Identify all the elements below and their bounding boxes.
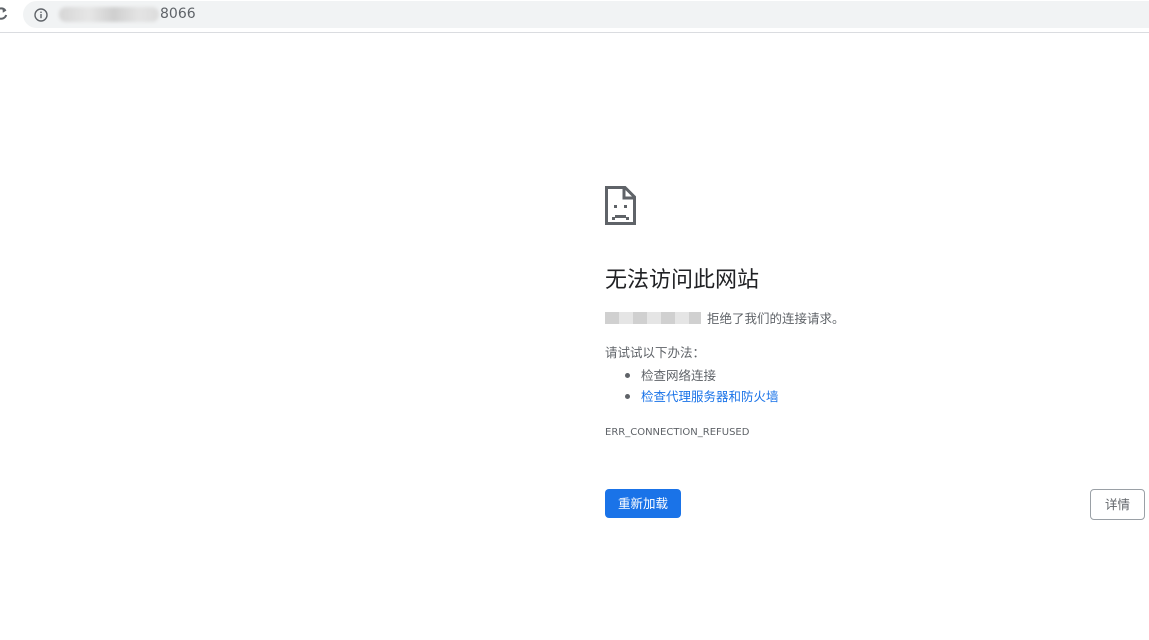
reload-icon[interactable] bbox=[0, 4, 8, 24]
suggestion-item: 检查代理服务器和防火墙 bbox=[605, 386, 779, 407]
refused-message: 拒绝了我们的连接请求。 bbox=[605, 310, 845, 328]
refused-text: 拒绝了我们的连接请求。 bbox=[707, 311, 845, 326]
sad-file-icon bbox=[605, 186, 636, 225]
address-bar[interactable]: 8066 bbox=[23, 1, 1149, 28]
suggestions-list: 检查网络连接 检查代理服务器和防火墙 bbox=[605, 365, 779, 407]
error-code: ERR_CONNECTION_REFUSED bbox=[605, 427, 750, 438]
info-icon[interactable] bbox=[34, 7, 48, 22]
suggestion-item: 检查网络连接 bbox=[605, 365, 779, 386]
suggestion-check-network: 检查网络连接 bbox=[641, 368, 717, 383]
browser-toolbar: 8066 bbox=[0, 0, 1149, 33]
suggestions-intro: 请试试以下办法： bbox=[605, 345, 706, 360]
suggestion-check-proxy-firewall-link[interactable]: 检查代理服务器和防火墙 bbox=[641, 389, 779, 404]
url-text[interactable]: 8066 bbox=[160, 6, 196, 23]
details-button[interactable]: 详情 bbox=[1090, 489, 1145, 520]
page-title: 无法访问此网站 bbox=[605, 268, 760, 293]
url-redacted-host bbox=[59, 7, 159, 22]
reload-button[interactable]: 重新加载 bbox=[605, 489, 681, 518]
host-redacted bbox=[605, 312, 701, 324]
